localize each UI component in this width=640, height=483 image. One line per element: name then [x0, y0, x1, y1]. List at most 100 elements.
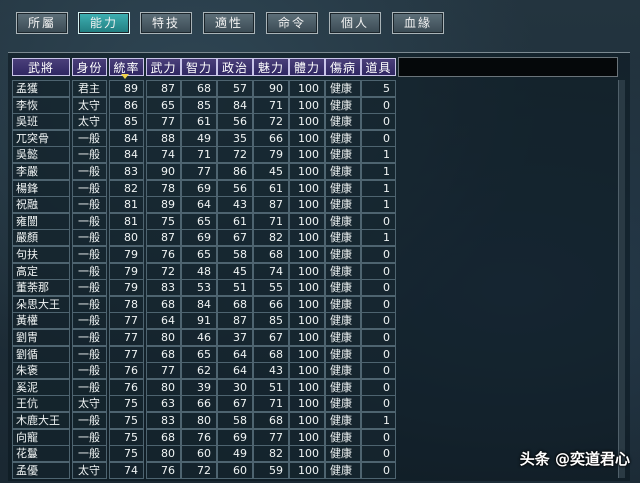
cell-politics: 67 [217, 229, 253, 247]
table-row[interactable]: 朱褒 一般 76 77 62 64 43 100 健康 0 [12, 362, 397, 380]
tab-ability[interactable]: 能力 [78, 12, 130, 34]
cell-war: 77 [146, 362, 181, 380]
cell-intelligence: 80 [181, 412, 217, 429]
cell-injury: 健康 [325, 129, 361, 147]
table-row[interactable]: 楊鋒 一般 82 78 69 56 61 100 健康 1 [12, 179, 397, 197]
column-header-war[interactable]: 武力 [146, 58, 181, 76]
cell-general: 木鹿大王 [12, 412, 70, 429]
table-row[interactable]: 王伉 太守 75 63 66 67 71 100 健康 0 [12, 395, 397, 413]
table-row[interactable]: 吳懿 一般 84 74 71 72 79 100 健康 1 [12, 146, 397, 164]
cell-injury: 健康 [325, 246, 361, 263]
tab-aptitude[interactable]: 適性 [203, 12, 255, 34]
column-header-general[interactable]: 武將 [12, 58, 70, 76]
table-row[interactable]: 孟獲 君主 89 87 68 57 90 100 健康 5 [12, 80, 397, 97]
cell-stamina: 100 [289, 113, 325, 131]
cell-charisma: 79 [253, 146, 289, 164]
cell-general: 黃權 [12, 312, 70, 330]
cell-items: 1 [361, 146, 396, 164]
table-row[interactable]: 劉循 一般 77 68 65 64 68 100 健康 0 [12, 345, 397, 363]
tab-personal[interactable]: 個人 [329, 12, 381, 34]
table-row[interactable]: 句扶 一般 79 76 65 58 68 100 健康 0 [12, 246, 397, 263]
cell-status: 一般 [72, 312, 107, 330]
cell-items: 5 [361, 80, 396, 97]
cell-status: 一般 [72, 196, 107, 214]
cell-intelligence: 76 [181, 428, 217, 446]
cell-status: 一般 [72, 246, 107, 263]
cell-stamina: 100 [289, 229, 325, 247]
table-row[interactable]: 花鬘 一般 75 80 60 49 82 100 健康 0 [12, 445, 397, 463]
cell-injury: 健康 [325, 461, 361, 479]
tab-special-skills[interactable]: 特技 [140, 12, 192, 34]
cell-stamina: 100 [289, 329, 325, 346]
table-row[interactable]: 向寵 一般 75 68 76 69 77 100 健康 0 [12, 428, 397, 446]
cell-general: 劉冑 [12, 329, 70, 346]
cell-charisma: 71 [253, 96, 289, 114]
table-row[interactable]: 黃權 一般 77 64 91 87 85 100 健康 0 [12, 312, 397, 330]
cell-intelligence: 65 [181, 246, 217, 263]
cell-status: 一般 [72, 362, 107, 380]
cell-politics: 72 [217, 146, 253, 164]
cell-status: 一般 [72, 295, 107, 313]
cell-status: 太守 [72, 395, 107, 413]
cell-leadership: 80 [109, 229, 144, 247]
table-row[interactable]: 朵思大王 一般 78 68 84 68 66 100 健康 0 [12, 295, 397, 313]
table-row[interactable]: 劉冑 一般 77 80 46 37 67 100 健康 0 [12, 329, 397, 346]
cell-leadership: 86 [109, 96, 144, 114]
cell-charisma: 61 [253, 179, 289, 197]
table-row[interactable]: 雍闓 一般 81 75 65 61 71 100 健康 0 [12, 212, 397, 230]
cell-intelligence: 91 [181, 312, 217, 330]
cell-politics: 57 [217, 80, 253, 97]
cell-intelligence: 64 [181, 196, 217, 214]
cell-charisma: 67 [253, 329, 289, 346]
scrollbar[interactable] [618, 80, 625, 478]
cell-politics: 86 [217, 163, 253, 180]
cell-war: 75 [146, 212, 181, 230]
tab-command[interactable]: 命令 [266, 12, 318, 34]
column-header-charisma[interactable]: 魅力 [253, 58, 289, 76]
column-header-intelligence[interactable]: 智力 [181, 58, 217, 76]
cell-injury: 健康 [325, 378, 361, 396]
cell-items: 0 [361, 262, 396, 280]
table-row[interactable]: 董荼那 一般 79 83 53 51 55 100 健康 0 [12, 279, 397, 297]
cell-stamina: 100 [289, 395, 325, 413]
header-filler [398, 57, 618, 77]
table-row[interactable]: 嚴顏 一般 80 87 69 67 82 100 健康 1 [12, 229, 397, 247]
table-row[interactable]: 孟優 太守 74 76 72 60 59 100 健康 0 [12, 461, 397, 479]
table-row[interactable]: 李恢 太守 86 65 85 84 71 100 健康 0 [12, 96, 397, 114]
cell-items: 0 [361, 295, 396, 313]
cell-items: 1 [361, 196, 396, 214]
tab-bloodline[interactable]: 血緣 [392, 12, 444, 34]
table-row[interactable]: 吳班 太守 85 77 61 56 72 100 健康 0 [12, 113, 397, 131]
column-header-stamina[interactable]: 體力 [289, 58, 325, 76]
table-row[interactable]: 奚泥 一般 76 80 39 30 51 100 健康 0 [12, 378, 397, 396]
cell-intelligence: 66 [181, 395, 217, 413]
cell-intelligence: 77 [181, 163, 217, 180]
cell-stamina: 100 [289, 445, 325, 463]
cell-injury: 健康 [325, 395, 361, 413]
column-header-items[interactable]: 道具 [361, 58, 396, 76]
cell-politics: 43 [217, 196, 253, 214]
cell-status: 一般 [72, 262, 107, 280]
cell-general: 奚泥 [12, 378, 70, 396]
column-header-injury[interactable]: 傷病 [325, 58, 361, 76]
cell-status: 一般 [72, 412, 107, 429]
table-row[interactable]: 高定 一般 79 72 48 45 74 100 健康 0 [12, 262, 397, 280]
cell-politics: 56 [217, 179, 253, 197]
cell-war: 83 [146, 412, 181, 429]
tab-affiliation[interactable]: 所屬 [16, 12, 68, 34]
cell-war: 64 [146, 312, 181, 330]
column-header-status[interactable]: 身份 [72, 58, 107, 76]
table-row[interactable]: 祝融 一般 81 89 64 43 87 100 健康 1 [12, 196, 397, 214]
cell-items: 0 [361, 246, 396, 263]
cell-injury: 健康 [325, 212, 361, 230]
cell-items: 0 [361, 445, 396, 463]
cell-war: 80 [146, 378, 181, 396]
cell-items: 0 [361, 378, 396, 396]
column-header-politics[interactable]: 政治 [217, 58, 253, 76]
cell-status: 一般 [72, 146, 107, 164]
table-row[interactable]: 兀突骨 一般 84 88 49 35 66 100 健康 0 [12, 129, 397, 147]
table-row[interactable]: 木鹿大王 一般 75 83 80 58 68 100 健康 1 [12, 412, 397, 429]
cell-stamina: 100 [289, 428, 325, 446]
cell-items: 0 [361, 395, 396, 413]
table-row[interactable]: 李嚴 一般 83 90 77 86 45 100 健康 1 [12, 163, 397, 180]
